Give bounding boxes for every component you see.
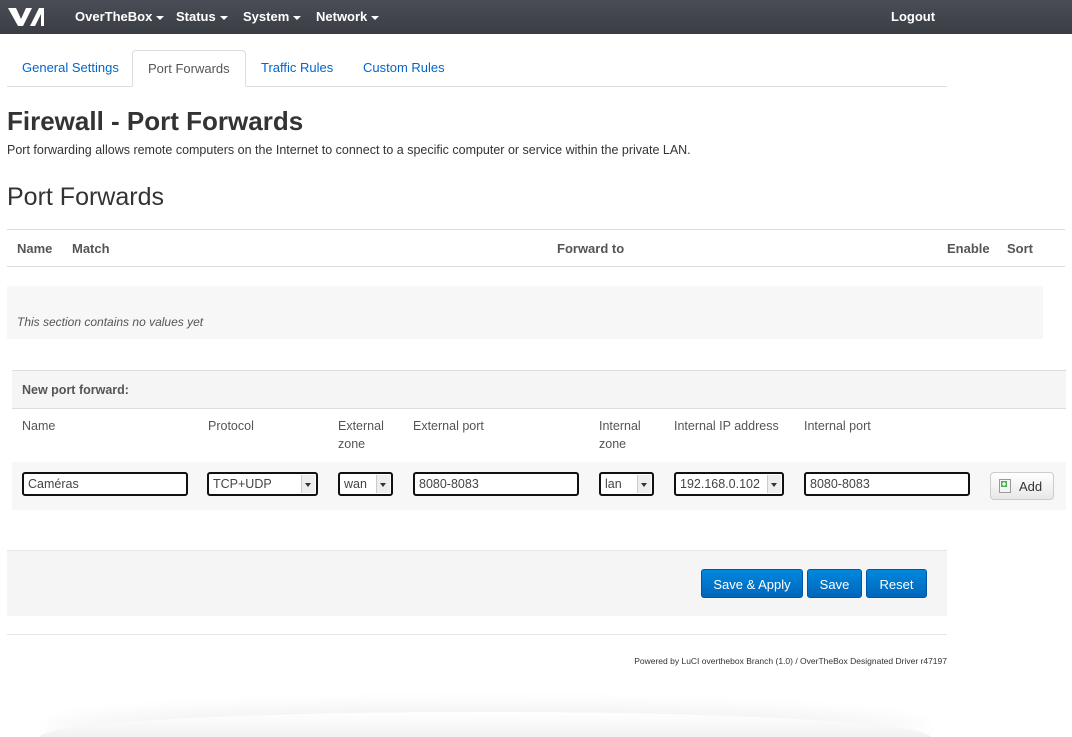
new-port-forward-form: New port forward: Name Protocol External… bbox=[12, 370, 1066, 510]
column-header-sort: Sort bbox=[1007, 241, 1033, 256]
top-navbar: OverTheBox Status System Network Logout bbox=[0, 0, 1072, 34]
empty-section-text: This section contains no values yet bbox=[17, 315, 204, 329]
chevron-down-icon bbox=[219, 15, 228, 20]
label-external-port: External port bbox=[413, 419, 484, 433]
nav-network[interactable]: Network bbox=[316, 0, 380, 34]
chevron-down-icon bbox=[301, 475, 315, 493]
nav-brand-overthebox[interactable]: OverTheBox bbox=[75, 0, 165, 34]
tab-general-settings[interactable]: General Settings bbox=[7, 50, 134, 85]
internal-zone-select[interactable]: lan bbox=[599, 472, 654, 496]
column-header-enable: Enable bbox=[947, 241, 990, 256]
nav-system[interactable]: System bbox=[243, 0, 302, 34]
column-header-match: Match bbox=[72, 241, 110, 256]
tab-custom-rules[interactable]: Custom Rules bbox=[348, 50, 460, 85]
label-name: Name bbox=[22, 419, 56, 433]
new-port-forward-heading: New port forward: bbox=[12, 370, 1066, 409]
tab-traffic-rules[interactable]: Traffic Rules bbox=[246, 50, 348, 85]
tab-port-forwards[interactable]: Port Forwards bbox=[132, 50, 246, 87]
label-external-zone: External zone bbox=[338, 419, 384, 451]
logout-link[interactable]: Logout bbox=[891, 0, 935, 34]
window-bottom-shadow bbox=[40, 712, 930, 737]
chevron-down-icon bbox=[376, 475, 390, 493]
label-internal-port: Internal port bbox=[804, 419, 871, 433]
name-input[interactable]: Caméras bbox=[22, 472, 188, 496]
footer-divider bbox=[7, 634, 947, 635]
chevron-down-icon bbox=[156, 15, 165, 20]
new-forward-input-row: Caméras TCP+UDP wan 8080-8083 lan 192.16… bbox=[12, 462, 1066, 510]
label-internal-zone: Internal zone bbox=[599, 419, 641, 451]
internal-port-input[interactable]: 8080-8083 bbox=[804, 472, 970, 496]
firewall-tabs: General Settings Port Forwards Traffic R… bbox=[7, 50, 947, 87]
chevron-down-icon bbox=[767, 475, 781, 493]
external-zone-select[interactable]: wan bbox=[338, 472, 393, 496]
column-header-name: Name bbox=[17, 241, 53, 256]
nav-status[interactable]: Status bbox=[176, 0, 228, 34]
chevron-down-icon bbox=[371, 15, 380, 20]
page-title: Firewall - Port Forwards bbox=[7, 106, 304, 136]
protocol-select[interactable]: TCP+UDP bbox=[207, 472, 318, 496]
chevron-down-icon bbox=[293, 15, 302, 20]
form-actions: Save & Apply Save Reset bbox=[7, 550, 947, 616]
chevron-down-icon bbox=[637, 475, 651, 493]
save-apply-button[interactable]: Save & Apply bbox=[701, 569, 803, 598]
label-protocol: Protocol bbox=[208, 419, 254, 433]
column-header-forward-to: Forward to bbox=[557, 241, 625, 256]
add-document-icon bbox=[999, 479, 1011, 493]
empty-section: This section contains no values yet bbox=[7, 286, 1043, 339]
section-title: Port Forwards bbox=[7, 183, 164, 211]
internal-ip-select[interactable]: 192.168.0.102 bbox=[674, 472, 784, 496]
external-port-input[interactable]: 8080-8083 bbox=[413, 472, 579, 496]
save-button[interactable]: Save bbox=[807, 569, 862, 598]
add-button[interactable]: Add bbox=[990, 472, 1054, 500]
page-description: Port forwarding allows remote computers … bbox=[7, 143, 691, 157]
footer-text: Powered by LuCI overthebox Branch (1.0) … bbox=[634, 656, 947, 666]
overthebox-logo-icon[interactable] bbox=[6, 5, 46, 29]
reset-button[interactable]: Reset bbox=[866, 569, 927, 598]
port-forwards-table-header: Name Match Forward to Enable Sort bbox=[7, 229, 1065, 267]
label-internal-ip: Internal IP address bbox=[674, 419, 779, 433]
